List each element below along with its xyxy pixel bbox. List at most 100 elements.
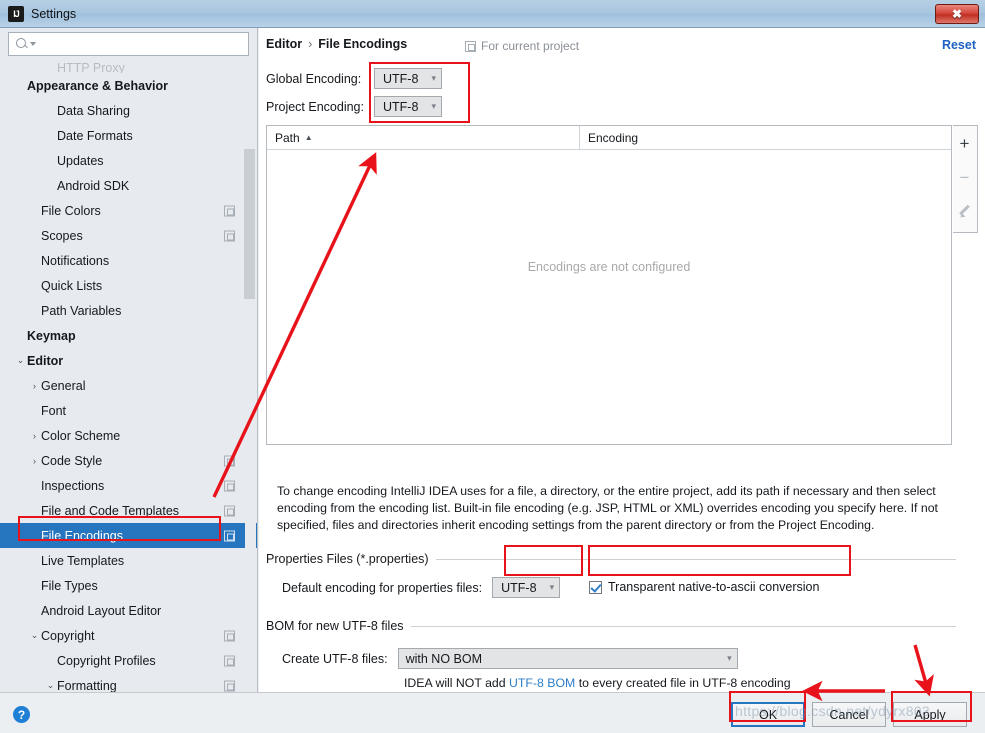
project-encoding-row: Project Encoding: UTF-8 ▾ [266, 96, 442, 117]
cancel-button[interactable]: Cancel [812, 702, 886, 727]
close-icon[interactable]: ✖ [935, 4, 979, 24]
chevron-down-icon: ▾ [727, 653, 732, 663]
column-header-path-label: Path [275, 130, 300, 145]
sidebar-item-label: Android Layout Editor [41, 603, 162, 618]
chevron-down-icon[interactable]: ⌄ [44, 680, 57, 691]
project-encoding-value: UTF-8 [383, 99, 419, 114]
search-icon [15, 37, 29, 51]
sidebar-item-color-scheme[interactable]: › Color Scheme [0, 423, 257, 448]
transparent-conversion-checkbox[interactable] [589, 580, 602, 594]
sidebar-item-data-sharing[interactable]: Data Sharing [0, 98, 257, 123]
chevron-down-icon[interactable]: ⌄ [28, 630, 41, 641]
ok-button[interactable]: OK [731, 702, 805, 727]
settings-tree[interactable]: HTTP Proxy Appearance & Behavior Data Shar… [0, 61, 257, 692]
sidebar-item-label: Data Sharing [57, 103, 130, 118]
project-encoding-label: Project Encoding: [266, 99, 364, 114]
column-header-encoding[interactable]: Encoding [580, 126, 951, 149]
create-utf8-value: with NO BOM [405, 651, 482, 666]
reset-link[interactable]: Reset [942, 38, 976, 52]
sidebar-item-label: File Colors [41, 203, 101, 218]
sidebar-item-date-formats[interactable]: Date Formats [0, 123, 257, 148]
search-input[interactable] [36, 37, 248, 51]
sidebar-scrollbar-thumb[interactable] [244, 149, 255, 299]
sidebar-item-scopes[interactable]: Scopes [0, 223, 257, 248]
add-encoding-button[interactable]: + [953, 126, 976, 160]
apply-button[interactable]: Apply [893, 702, 967, 727]
sidebar-item-file-colors[interactable]: File Colors [0, 198, 257, 223]
sidebar-item-http-proxy[interactable]: HTTP Proxy [0, 61, 257, 73]
sidebar-item-android-sdk[interactable]: Android SDK [0, 173, 257, 198]
sort-ascending-icon: ▲ [304, 133, 313, 142]
sidebar-item-quick-lists[interactable]: Quick Lists [0, 273, 257, 298]
sidebar-item-general[interactable]: › General [0, 373, 257, 398]
sidebar-item-code-style[interactable]: › Code Style [0, 448, 257, 473]
utf8-bom-link[interactable]: UTF-8 BOM [509, 676, 575, 690]
chevron-right-icon[interactable]: › [28, 456, 41, 466]
create-utf8-select[interactable]: with NO BOM ▾ [397, 648, 738, 669]
section-divider [410, 625, 956, 627]
table-toolbar: + − [953, 125, 978, 233]
table-header: Path ▲ Encoding [267, 126, 951, 150]
sidebar-item-android-layout-editor[interactable]: Android Layout Editor [0, 598, 257, 623]
sidebar-item-inspections[interactable]: Inspections [0, 473, 257, 498]
table-body: Encodings are not configured [267, 150, 951, 444]
help-icon[interactable]: ? [13, 706, 30, 723]
chevron-down-icon: ▾ [549, 582, 555, 592]
sidebar-scrollbar-track[interactable] [244, 61, 256, 692]
create-utf8-row: Create UTF-8 files: with NO BOM ▾ [282, 648, 738, 669]
scope-note-label: For current project [481, 39, 580, 53]
sidebar-item-file-encodings[interactable]: File Encodings [0, 523, 257, 548]
sidebar-item-path-variables[interactable]: Path Variables [0, 298, 257, 323]
bom-hint: IDEA will NOT add UTF-8 BOM to every cre… [404, 676, 791, 690]
sidebar-item-copyright[interactable]: ⌄ Copyright [0, 623, 257, 648]
empty-table-message: Encodings are not configured [527, 260, 691, 274]
sidebar-item-label: Appearance & Behavior [27, 78, 169, 93]
sidebar-item-label: Android SDK [57, 178, 130, 193]
window-title: Settings [31, 6, 77, 21]
search-field[interactable] [8, 32, 249, 56]
sidebar-item-label: Quick Lists [41, 278, 103, 293]
sidebar-item-updates[interactable]: Updates [0, 148, 257, 173]
chevron-down-icon: ▾ [431, 73, 436, 83]
sidebar-item-appearance-behavior[interactable]: Appearance & Behavior [0, 73, 257, 98]
settings-sidebar: HTTP Proxy Appearance & Behavior Data Shar… [0, 28, 258, 692]
project-encoding-select[interactable]: UTF-8 ▾ [374, 96, 442, 117]
copy-settings-icon [224, 680, 235, 691]
encodings-table[interactable]: Path ▲ Encoding Encodings are not config… [266, 125, 952, 445]
sidebar-item-label: General [41, 378, 86, 393]
global-encoding-select[interactable]: UTF-8 ▾ [374, 68, 442, 89]
chevron-right-icon[interactable]: › [28, 431, 41, 441]
copy-settings-icon [224, 655, 235, 666]
bom-section-title: BOM for new UTF-8 files [266, 619, 956, 633]
sidebar-item-live-templates[interactable]: Live Templates [0, 548, 257, 573]
dialog-footer: ? OK Cancel Apply [0, 692, 985, 733]
sidebar-item-label: Copyright [41, 628, 95, 643]
sidebar-item-label: File Encodings [41, 528, 123, 543]
column-header-encoding-label: Encoding [588, 130, 639, 145]
sidebar-item-label: Editor [27, 353, 64, 368]
chevron-right-icon[interactable]: › [28, 381, 41, 391]
sidebar-item-formatting[interactable]: ⌄ Formatting [0, 673, 257, 692]
remove-encoding-button[interactable]: − [953, 160, 976, 194]
sidebar-item-label: File Types [41, 578, 98, 593]
copy-settings-icon [224, 530, 235, 541]
sidebar-item-keymap[interactable]: Keymap [0, 323, 257, 348]
bom-section-label: BOM for new UTF-8 files [266, 619, 404, 633]
copy-settings-icon [224, 505, 235, 516]
properties-encoding-select[interactable]: UTF-8 ▾ [492, 577, 561, 598]
sidebar-item-file-and-code-templates[interactable]: File and Code Templates [0, 498, 257, 523]
sidebar-item-editor[interactable]: ⌄ Editor [0, 348, 257, 373]
sidebar-item-font[interactable]: Font [0, 398, 257, 423]
title-bar: Settings ✖ [0, 0, 985, 28]
sidebar-item-label: Formatting [57, 678, 117, 693]
properties-files-section-label: Properties Files (*.properties) [266, 552, 429, 566]
copy-settings-icon [224, 205, 235, 216]
edit-encoding-button[interactable] [953, 194, 976, 228]
column-header-path[interactable]: Path ▲ [267, 126, 580, 149]
sidebar-item-file-types[interactable]: File Types [0, 573, 257, 598]
chevron-down-icon[interactable]: ⌄ [14, 355, 27, 366]
transparent-conversion-row[interactable]: Transparent native-to-ascii conversion [589, 580, 819, 594]
properties-encoding-value: UTF-8 [501, 580, 537, 595]
sidebar-item-copyright-profiles[interactable]: Copyright Profiles [0, 648, 257, 673]
sidebar-item-notifications[interactable]: Notifications [0, 248, 257, 273]
